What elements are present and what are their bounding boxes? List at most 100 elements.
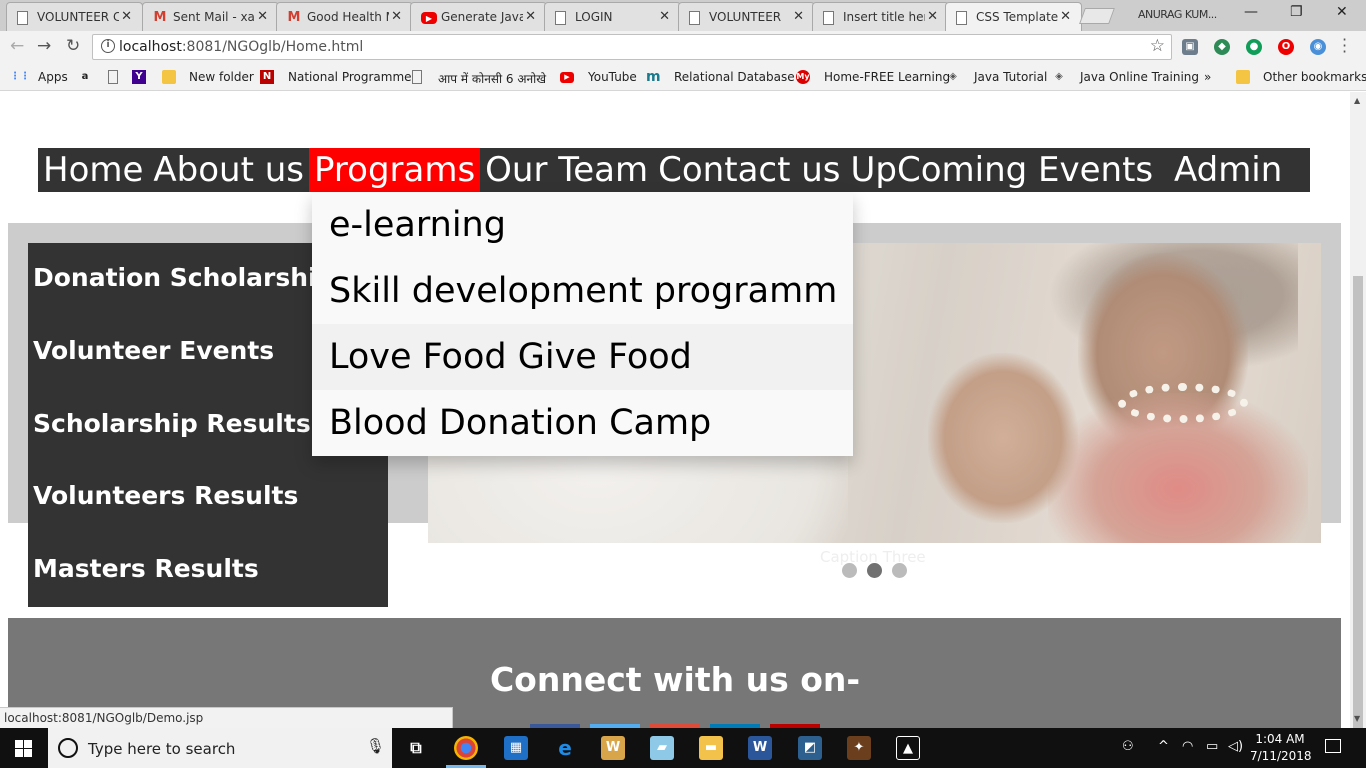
tab-title: CSS Template (976, 10, 1058, 24)
slide-dot-1[interactable] (842, 563, 857, 578)
bookmark-star-icon[interactable]: ☆ (1150, 36, 1165, 56)
doc-icon (689, 11, 700, 25)
reload-icon[interactable]: ↻ (66, 36, 80, 56)
bookmark-relational-database[interactable]: Relational Database (674, 70, 795, 84)
dropdown-item-e-learning[interactable]: e-learning (312, 192, 853, 258)
extension-icon[interactable]: ◆ (1214, 39, 1230, 55)
extension-icon[interactable]: ◉ (1310, 39, 1326, 55)
windows-start-icon[interactable] (15, 740, 32, 757)
battery-icon[interactable]: ▭ (1206, 739, 1218, 754)
notification-icon[interactable] (1325, 739, 1341, 753)
tab-title: VOLUNTEER (709, 10, 782, 24)
bookmarks-overflow[interactable]: » (1204, 70, 1211, 84)
bookmark-apps[interactable]: Apps (38, 70, 68, 84)
tray-chevron-icon[interactable]: ^ (1158, 739, 1169, 754)
browser-tab[interactable]: Insert title her ✕ (812, 2, 949, 31)
nav-home[interactable]: Home (38, 148, 148, 192)
close-tab-icon[interactable]: ✕ (257, 9, 268, 24)
browser-tab[interactable]: M Good Health M ✕ (276, 2, 413, 31)
store-icon[interactable]: ▦ (504, 736, 528, 760)
close-tab-icon[interactable]: ✕ (659, 9, 670, 24)
doc-icon (555, 11, 566, 25)
close-tab-icon[interactable]: ✕ (1060, 9, 1071, 24)
clock-date: 7/11/2018 (1250, 749, 1312, 763)
my-icon: My (796, 70, 810, 84)
task-view-icon[interactable]: ⧉ (404, 736, 428, 760)
scroll-down-icon[interactable]: ▼ (1354, 714, 1360, 723)
browser-tab[interactable]: VOLUNTEER Ch ✕ (6, 2, 143, 31)
bookmark-youtube[interactable]: YouTube (588, 70, 637, 84)
bookmark-java-online-training[interactable]: Java Online Training (1080, 70, 1199, 84)
url-text[interactable]: localhost:8081/NGOglb/Home.html (119, 39, 363, 55)
people-icon[interactable]: ⚇ (1122, 739, 1134, 754)
restore-icon[interactable]: ❐ (1290, 4, 1303, 20)
extension-icon[interactable]: ▣ (1182, 39, 1198, 55)
doc-icon (823, 11, 834, 25)
close-tab-icon[interactable]: ✕ (525, 9, 536, 24)
sidebar-item-masters-results[interactable]: Masters Results (28, 534, 388, 607)
edge-icon[interactable]: e (553, 736, 577, 760)
slide-dot-2[interactable] (867, 563, 882, 578)
profile-name[interactable]: ANURAG KUM... (1138, 8, 1217, 21)
chrome-icon[interactable] (454, 736, 478, 760)
extension-icon[interactable]: ● (1246, 39, 1262, 55)
bookmark-national-programme[interactable]: National Programme (288, 70, 412, 84)
folder-icon (162, 70, 176, 84)
dropdown-item-skill-development[interactable]: Skill development programm (312, 258, 853, 324)
microphone-icon[interactable]: 🎙 (366, 737, 385, 755)
yahoo-icon[interactable]: Y (132, 70, 146, 84)
app-icon[interactable]: ▰ (650, 736, 674, 760)
nav-admin[interactable]: Admin (1158, 148, 1287, 192)
file-explorer-icon[interactable]: ▬ (699, 736, 723, 760)
minimize-icon[interactable]: — (1244, 4, 1258, 20)
slide-dot-3[interactable] (892, 563, 907, 578)
browser-tab[interactable]: ▶ Generate Java ✕ (410, 2, 547, 31)
back-icon[interactable]: ← (10, 36, 24, 56)
nav-our-team[interactable]: Our Team (480, 148, 653, 192)
menu-icon[interactable]: · · · (1342, 32, 1347, 60)
doc-icon[interactable] (108, 70, 118, 84)
volume-icon[interactable]: ◁) (1228, 739, 1243, 754)
bookmark-new-folder[interactable]: New folder (189, 70, 254, 84)
browser-tab-active[interactable]: CSS Template ✕ (945, 2, 1082, 32)
nav-upcoming-events[interactable]: UpComing Events (846, 148, 1159, 192)
new-tab-button[interactable] (1079, 8, 1115, 24)
game-icon[interactable]: ✦ (847, 736, 871, 760)
system-clock[interactable]: 1:04 AM 7/11/2018 (1250, 731, 1312, 765)
bookmark-hindi[interactable]: आप में कोनसी 6 अनोखे (438, 70, 546, 87)
close-tab-icon[interactable]: ✕ (927, 9, 938, 24)
nav-programs[interactable]: Programs (309, 148, 481, 192)
bookmark-java-tutorial[interactable]: Java Tutorial (974, 70, 1047, 84)
wordpad-icon[interactable]: W (601, 736, 625, 760)
bookmark-other[interactable]: Other bookmarks (1263, 70, 1366, 84)
close-tab-icon[interactable]: ✕ (793, 9, 804, 24)
amazon-icon[interactable]: a (78, 70, 92, 84)
sidebar-item-volunteers-results[interactable]: Volunteers Results (28, 461, 388, 534)
youtube-icon: ▶ (421, 12, 437, 24)
nav-contact-us[interactable]: Contact us (653, 148, 845, 192)
address-bar[interactable]: i localhost:8081/NGOglb/Home.html ☆ (92, 34, 1172, 60)
scroll-up-icon[interactable]: ▲ (1354, 96, 1360, 105)
dropdown-item-blood-donation[interactable]: Blood Donation Camp (312, 390, 853, 456)
tab-title: Insert title her (843, 10, 925, 24)
forward-icon[interactable]: → (37, 36, 51, 56)
cortana-icon (58, 738, 78, 758)
word-icon[interactable]: W (748, 736, 772, 760)
close-tab-icon[interactable]: ✕ (121, 9, 132, 24)
opera-icon[interactable]: O (1278, 39, 1294, 55)
dropdown-item-love-food[interactable]: Love Food Give Food (312, 324, 853, 390)
photos-icon[interactable]: ▲ (896, 736, 920, 760)
browser-tab[interactable]: VOLUNTEER ✕ (678, 2, 815, 31)
close-window-icon[interactable]: ✕ (1336, 4, 1348, 20)
nav-about-us[interactable]: About us (148, 148, 309, 192)
bookmark-home-free-learning[interactable]: Home-FREE Learning (824, 70, 950, 84)
scrollbar-thumb[interactable] (1353, 276, 1363, 746)
wifi-icon[interactable]: ◠ (1182, 739, 1193, 754)
browser-tab[interactable]: LOGIN ✕ (544, 2, 681, 31)
browser-tab[interactable]: M Sent Mail - xa ✕ (142, 2, 279, 31)
mysql-workbench-icon[interactable]: ◩ (798, 736, 822, 760)
page-scrollbar[interactable]: ▲ ▼ (1350, 92, 1366, 746)
close-tab-icon[interactable]: ✕ (391, 9, 402, 24)
taskbar-search[interactable]: Type here to search 🎙 (48, 728, 392, 768)
info-icon[interactable]: i (101, 39, 115, 53)
